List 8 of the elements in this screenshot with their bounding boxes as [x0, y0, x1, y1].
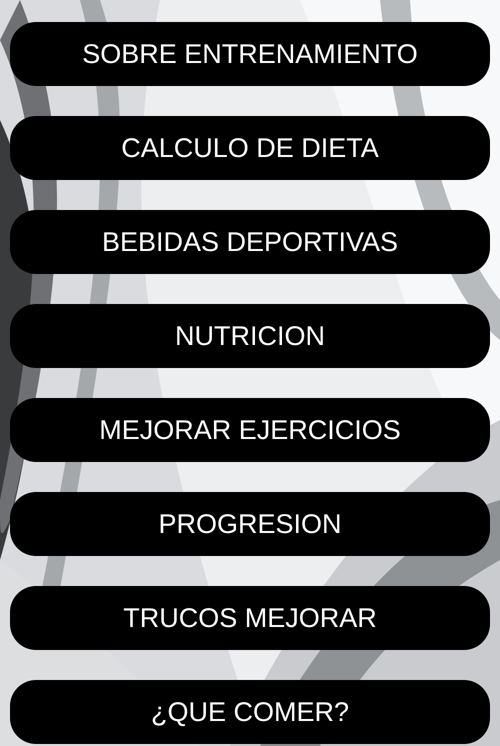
menu-button[interactable]: PROGRESION — [10, 492, 490, 556]
menu-button[interactable]: TRUCOS MEJORAR — [10, 586, 490, 650]
menu-button[interactable]: CALCULO DE DIETA — [10, 116, 490, 180]
menu-button[interactable]: ¿QUE COMER? — [10, 680, 490, 744]
menu-button[interactable]: SOBRE ENTRENAMIENTO — [10, 22, 490, 86]
menu-button[interactable]: NUTRICION — [10, 304, 490, 368]
menu-button[interactable]: BEBIDAS DEPORTIVAS — [10, 210, 490, 274]
menu-button[interactable]: MEJORAR EJERCICIOS — [10, 398, 490, 462]
